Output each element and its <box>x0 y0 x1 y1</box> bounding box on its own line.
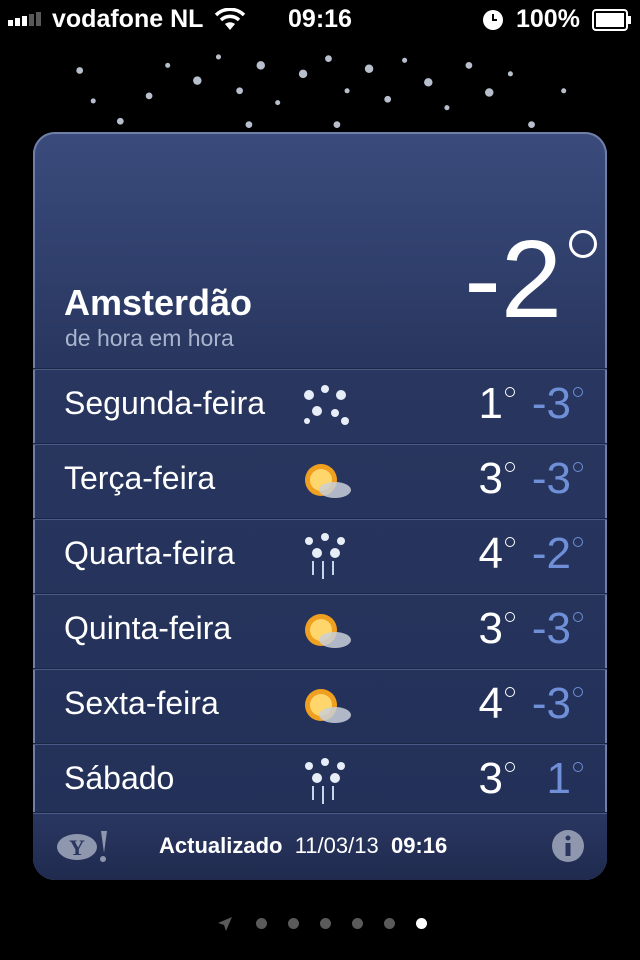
card-footer: Y Actualizado 11/03/13 09:16 <box>33 812 607 880</box>
forecast-row: Quarta-feira 4 -2 <box>33 518 607 593</box>
high-temp: 3 <box>478 604 503 653</box>
page-dot[interactable] <box>256 918 267 929</box>
forecast-day: Quarta-feira <box>64 535 235 571</box>
forecast-row: Segunda-feira 1 -3 <box>33 368 607 443</box>
snow-icon <box>305 533 345 579</box>
low-temp: -3 <box>531 679 571 728</box>
degree-symbol <box>569 230 597 258</box>
alarm-clock-icon <box>483 10 503 30</box>
low-temp: -3 <box>531 604 571 653</box>
forecast-day: Sábado <box>64 760 175 796</box>
forecast-row: Sexta-feira 4 -3 <box>33 668 607 743</box>
high-temp: 4 <box>478 679 503 728</box>
low-temp: -3 <box>531 379 571 428</box>
battery-percent: 100% <box>516 5 580 33</box>
page-dot-active[interactable] <box>416 918 427 929</box>
forecast-row: Sábado 3 1 <box>33 743 607 818</box>
sun-cloud-icon <box>305 689 351 723</box>
forecast-day: Terça-feira <box>64 460 216 496</box>
weather-card[interactable]: Amsterdão de hora em hora -2 Segunda-fei… <box>33 132 607 880</box>
degree-symbol <box>573 762 583 772</box>
location-arrow-icon[interactable] <box>216 915 234 933</box>
info-icon[interactable] <box>551 829 585 863</box>
forecast-row: Terça-feira 3 -3 <box>33 443 607 518</box>
degree-symbol <box>573 462 583 472</box>
high-temp: 1 <box>478 379 503 428</box>
page-control[interactable] <box>0 912 640 936</box>
low-temp: -2 <box>531 529 571 578</box>
degree-symbol <box>573 387 583 397</box>
updated-time: 09:16 <box>390 833 448 858</box>
high-temp: 3 <box>478 454 503 503</box>
last-updated: Actualizado 11/03/13 09:16 <box>159 833 447 859</box>
forecast-day: Sexta-feira <box>64 685 219 721</box>
forecast-row: Quinta-feira 3 -3 <box>33 593 607 668</box>
city-name: Amsterdão <box>64 282 253 323</box>
updated-date: 11/03/13 <box>294 833 379 858</box>
page-dot[interactable] <box>320 918 331 929</box>
svg-text:Y: Y <box>69 835 85 860</box>
yahoo-logo-icon[interactable]: Y <box>55 827 119 867</box>
low-temp: -3 <box>531 454 571 503</box>
snow-icon <box>304 385 349 425</box>
snow-icon <box>305 758 345 804</box>
current-temperature: -2 <box>464 218 562 341</box>
forecast-day: Quinta-feira <box>64 610 232 646</box>
sun-cloud-icon <box>305 614 351 648</box>
low-temp: 1 <box>546 754 571 803</box>
status-bar: vodafone NL 09:16 100% <box>0 0 640 40</box>
page-dot[interactable] <box>352 918 363 929</box>
sun-cloud-icon <box>305 464 351 498</box>
high-temp: 3 <box>478 754 503 803</box>
degree-symbol <box>573 687 583 697</box>
battery-icon <box>592 9 631 31</box>
page-dot[interactable] <box>384 918 395 929</box>
forecast-day: Segunda-feira <box>64 385 266 421</box>
degree-symbol <box>573 537 583 547</box>
forecast-mode-label[interactable]: de hora em hora <box>65 325 234 352</box>
forecast-list: Segunda-feira 1 -3 Terça-feira 3 -3 Quar… <box>33 368 607 818</box>
page-dot[interactable] <box>288 918 299 929</box>
high-temp: 4 <box>478 529 503 578</box>
degree-symbol <box>573 612 583 622</box>
updated-label: Actualizado <box>159 833 283 858</box>
